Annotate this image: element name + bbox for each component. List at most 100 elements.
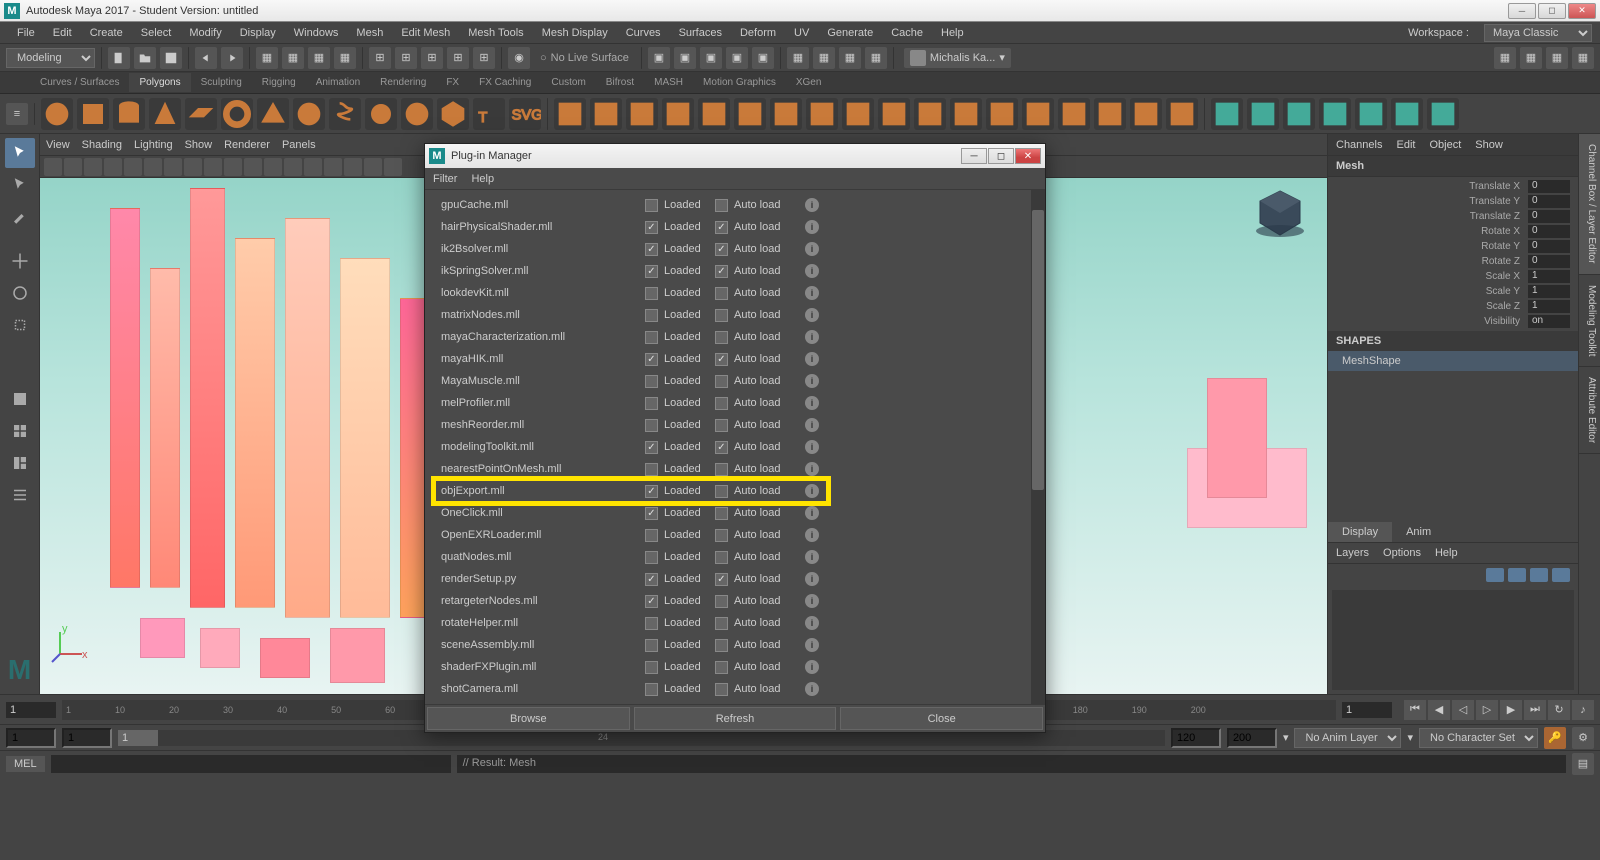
attr-value[interactable]: 0	[1528, 225, 1570, 238]
toggle-icon[interactable]: ▦	[813, 47, 835, 69]
svg-tool-icon[interactable]: SVG	[509, 98, 541, 130]
vp-menu-panels[interactable]: Panels	[282, 139, 316, 151]
loaded-checkbox[interactable]	[645, 463, 658, 476]
info-icon[interactable]: i	[805, 550, 819, 564]
menu-edit-mesh[interactable]: Edit Mesh	[392, 27, 459, 39]
vp-icon[interactable]	[84, 158, 102, 176]
sculpt-icon[interactable]	[1211, 98, 1243, 130]
autoload-checkbox[interactable]	[715, 639, 728, 652]
layer-icon[interactable]	[1530, 568, 1548, 582]
shelf-tab-sculpting[interactable]: Sculpting	[191, 73, 252, 92]
paint-select-tool[interactable]	[5, 202, 35, 232]
scrollbar[interactable]	[1031, 190, 1045, 704]
attr-value[interactable]: 1	[1528, 300, 1570, 313]
loaded-checkbox[interactable]	[645, 507, 658, 520]
render-icon[interactable]: ▣	[674, 47, 696, 69]
loaded-checkbox[interactable]	[645, 353, 658, 366]
shelf-tab-rendering[interactable]: Rendering	[370, 73, 436, 92]
vp-icon[interactable]	[324, 158, 342, 176]
toggle-icon[interactable]: ▦	[865, 47, 887, 69]
close-button[interactable]: ✕	[1568, 3, 1596, 19]
attr-value[interactable]: on	[1528, 315, 1570, 328]
autoload-checkbox[interactable]	[715, 507, 728, 520]
menu-modify[interactable]: Modify	[180, 27, 230, 39]
loaded-checkbox[interactable]	[645, 551, 658, 564]
info-icon[interactable]: i	[805, 308, 819, 322]
loaded-checkbox[interactable]	[645, 595, 658, 608]
save-scene-icon[interactable]	[160, 47, 182, 69]
info-icon[interactable]: i	[805, 352, 819, 366]
anim-layer-select[interactable]: No Anim Layer	[1294, 728, 1401, 748]
step-forward-button[interactable]: ▶	[1500, 700, 1522, 720]
info-icon[interactable]: i	[805, 638, 819, 652]
autoload-checkbox[interactable]	[715, 573, 728, 586]
layer-menu-options[interactable]: Options	[1383, 547, 1421, 559]
minimize-button[interactable]: ─	[1508, 3, 1536, 19]
loaded-checkbox[interactable]	[645, 683, 658, 696]
loaded-checkbox[interactable]	[645, 529, 658, 542]
layout-single[interactable]	[5, 384, 35, 414]
mesh-icon[interactable]	[842, 98, 874, 130]
channel-tab-edit[interactable]: Edit	[1396, 139, 1415, 151]
anim-start-input[interactable]	[62, 728, 112, 748]
new-scene-icon[interactable]	[108, 47, 130, 69]
refresh-button[interactable]: Refresh	[634, 707, 837, 730]
poly-pyramid-icon[interactable]	[257, 98, 289, 130]
channel-tab-channels[interactable]: Channels	[1336, 139, 1382, 151]
vp-menu-show[interactable]: Show	[185, 139, 213, 151]
tab-display[interactable]: Display	[1328, 522, 1392, 542]
vp-icon[interactable]	[64, 158, 82, 176]
poly-pipe-icon[interactable]	[293, 98, 325, 130]
attr-value[interactable]: 0	[1528, 195, 1570, 208]
info-icon[interactable]: i	[805, 462, 819, 476]
attr-value[interactable]: 0	[1528, 180, 1570, 193]
loop-button[interactable]: ↻	[1548, 700, 1570, 720]
menu-uv[interactable]: UV	[785, 27, 818, 39]
mesh-icon[interactable]	[950, 98, 982, 130]
maximize-button[interactable]: ◻	[1538, 3, 1566, 19]
loaded-checkbox[interactable]	[645, 331, 658, 344]
vp-icon[interactable]	[244, 158, 262, 176]
play-forward-button[interactable]: ▷	[1476, 700, 1498, 720]
poly-plane-icon[interactable]	[185, 98, 217, 130]
poly-soccer-icon[interactable]	[401, 98, 433, 130]
audio-button[interactable]: ♪	[1572, 700, 1594, 720]
loaded-checkbox[interactable]	[645, 397, 658, 410]
menu-select[interactable]: Select	[132, 27, 181, 39]
info-icon[interactable]: i	[805, 330, 819, 344]
dialog-minimize-button[interactable]: ─	[961, 148, 987, 164]
autoload-checkbox[interactable]	[715, 463, 728, 476]
autoload-checkbox[interactable]	[715, 485, 728, 498]
dialog-titlebar[interactable]: M Plug-in Manager ─ ◻ ✕	[425, 144, 1045, 168]
poly-gear-icon[interactable]	[365, 98, 397, 130]
redo-icon[interactable]	[221, 47, 243, 69]
loaded-checkbox[interactable]	[645, 617, 658, 630]
side-tab-attribute-editor[interactable]: Attribute Editor	[1579, 367, 1600, 454]
channel-tab-object[interactable]: Object	[1429, 139, 1461, 151]
info-icon[interactable]: i	[805, 594, 819, 608]
select-mode-icon[interactable]: ▦	[256, 47, 278, 69]
menu-mesh-tools[interactable]: Mesh Tools	[459, 27, 532, 39]
loaded-checkbox[interactable]	[645, 441, 658, 454]
side-tab-modeling-toolkit[interactable]: Modeling Toolkit	[1579, 275, 1600, 368]
combine-icon[interactable]	[554, 98, 586, 130]
go-start-button[interactable]: ⏮	[1404, 700, 1426, 720]
menu-surfaces[interactable]: Surfaces	[670, 27, 731, 39]
browse-button[interactable]: Browse	[427, 707, 630, 730]
script-language-button[interactable]: MEL	[6, 756, 45, 772]
shelf-tab-fx[interactable]: FX	[436, 73, 469, 92]
mesh-icon[interactable]	[1022, 98, 1054, 130]
current-frame-end[interactable]: 1	[1342, 702, 1392, 718]
info-icon[interactable]: i	[805, 220, 819, 234]
vp-icon[interactable]	[204, 158, 222, 176]
undo-icon[interactable]	[195, 47, 217, 69]
menu-edit[interactable]: Edit	[44, 27, 81, 39]
loaded-checkbox[interactable]	[645, 287, 658, 300]
workspace-select[interactable]: Maya Classic	[1484, 24, 1592, 42]
separate-icon[interactable]	[590, 98, 622, 130]
info-icon[interactable]: i	[805, 396, 819, 410]
loaded-checkbox[interactable]	[645, 221, 658, 234]
menu-create[interactable]: Create	[81, 27, 132, 39]
channel-tab-show[interactable]: Show	[1475, 139, 1503, 151]
info-icon[interactable]: i	[805, 374, 819, 388]
